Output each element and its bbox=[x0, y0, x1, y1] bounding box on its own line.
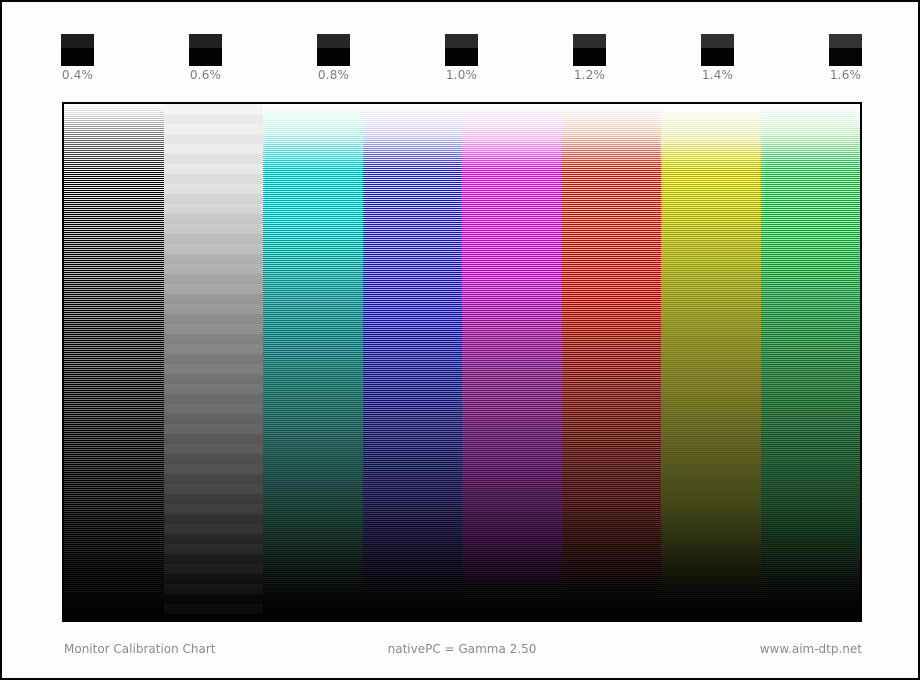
black-level-patch bbox=[829, 34, 862, 66]
patch-lower-half bbox=[317, 48, 350, 66]
column-gray-solid bbox=[164, 104, 264, 620]
patch-lower-half bbox=[61, 48, 94, 66]
patch-upper-half bbox=[701, 34, 734, 48]
stripe-overlay-gray-stripes bbox=[64, 104, 164, 620]
patch-label: 0.4% bbox=[33, 68, 123, 82]
patch-lower-half bbox=[829, 48, 862, 66]
column-yellow-stripes bbox=[661, 104, 761, 620]
black-level-patch bbox=[445, 34, 478, 66]
column-magenta-stripes bbox=[462, 104, 562, 620]
patch-label: 1.2% bbox=[545, 68, 635, 82]
footer-website: www.aim-dtp.net bbox=[62, 642, 862, 656]
patch-upper-half bbox=[445, 34, 478, 48]
patch-label: 0.8% bbox=[289, 68, 379, 82]
stripe-overlay-blue-stripes bbox=[363, 104, 463, 620]
black-level-patch bbox=[701, 34, 734, 66]
black-level-patch bbox=[189, 34, 222, 66]
column-green-stripes bbox=[761, 104, 861, 620]
stripe-overlay-cyan-stripes bbox=[263, 104, 363, 620]
black-level-patch bbox=[573, 34, 606, 66]
patch-lower-half bbox=[573, 48, 606, 66]
gamma-test-chart bbox=[62, 102, 862, 622]
patch-lower-half bbox=[189, 48, 222, 66]
patch-label: 1.0% bbox=[417, 68, 507, 82]
patch-upper-half bbox=[189, 34, 222, 48]
patch-upper-half bbox=[317, 34, 350, 48]
patch-upper-half bbox=[573, 34, 606, 48]
patch-upper-half bbox=[829, 34, 862, 48]
stripe-overlay-yellow-stripes bbox=[661, 104, 761, 620]
patch-lower-half bbox=[701, 48, 734, 66]
stripe-overlay-green-stripes bbox=[761, 104, 861, 620]
patch-label: 1.6% bbox=[801, 68, 891, 82]
column-cyan-stripes bbox=[263, 104, 363, 620]
column-red-stripes bbox=[562, 104, 662, 620]
calibration-chart-page: 0.4%0.6%0.8%1.0%1.2%1.4%1.6% Monitor Cal… bbox=[0, 0, 920, 680]
column-blue-stripes bbox=[363, 104, 463, 620]
black-level-patch bbox=[317, 34, 350, 66]
column-gray-stripes bbox=[64, 104, 164, 620]
stripe-overlay-red-stripes bbox=[562, 104, 662, 620]
gradient-banding bbox=[164, 104, 264, 620]
patch-label: 0.6% bbox=[161, 68, 251, 82]
patch-label: 1.4% bbox=[673, 68, 763, 82]
patch-lower-half bbox=[445, 48, 478, 66]
black-level-patch bbox=[61, 34, 94, 66]
patch-upper-half bbox=[61, 34, 94, 48]
stripe-overlay-magenta-stripes bbox=[462, 104, 562, 620]
